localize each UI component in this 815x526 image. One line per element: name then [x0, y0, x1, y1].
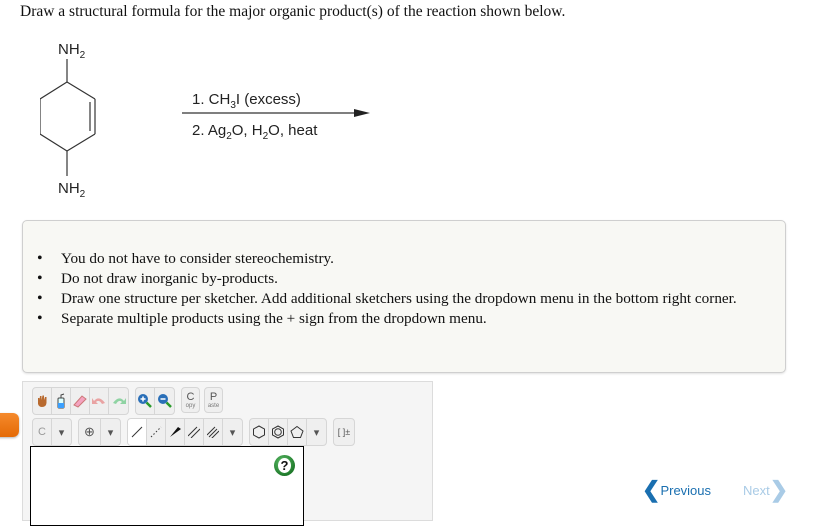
- nh2-bottom-label: NH2: [58, 180, 86, 200]
- reagent-step-2: 2. Ag2O, H2O, heat: [192, 122, 318, 142]
- cyclohexane-icon[interactable]: [250, 419, 269, 445]
- element-carbon-button[interactable]: C: [33, 419, 52, 445]
- dashed-bond-icon[interactable]: [147, 419, 166, 445]
- triple-bond-icon[interactable]: [204, 419, 223, 445]
- copy-button[interactable]: C opy: [181, 387, 200, 413]
- ring-dropdown-icon[interactable]: ▾: [307, 419, 326, 445]
- toolbar-top: C opy P aste: [32, 387, 229, 415]
- next-button[interactable]: Next ❯: [743, 477, 789, 502]
- wash-bottle-icon[interactable]: [52, 388, 71, 414]
- reaction-scheme: NH2 NH2 1. CH3I (excess) 2. Ag2O, H2O, h…: [39, 30, 380, 210]
- cyclohexene-ring: [39, 59, 96, 176]
- help-glyph: ?: [278, 458, 291, 473]
- nh2-top-label: NH2: [58, 41, 86, 61]
- help-icon[interactable]: ?: [274, 455, 295, 476]
- instruction-item: Do not draw inorganic by-products.: [37, 269, 761, 289]
- bond: [66, 81, 96, 100]
- drawing-canvas[interactable]: ?: [30, 446, 304, 526]
- eraser-icon[interactable]: [71, 388, 90, 414]
- double-bond-icon[interactable]: [185, 419, 204, 445]
- structure-sketcher: C opy P aste C ▾ ⊕ ▾ ▾ ▾ []± ?: [22, 381, 433, 526]
- cyclopentane-icon[interactable]: [288, 419, 307, 445]
- reaction-arrow-head: [354, 109, 370, 117]
- instruction-item: You do not have to consider stereochemis…: [37, 249, 761, 269]
- instruction-item: Draw one structure per sketcher. Add add…: [37, 289, 761, 309]
- chevron-left-icon: ❮: [642, 477, 661, 502]
- undo-icon[interactable]: [90, 388, 109, 414]
- copy-letter: C: [186, 391, 195, 403]
- bond-dropdown-icon[interactable]: ▾: [223, 419, 242, 445]
- bracket-charge-button[interactable]: [ ]±: [334, 419, 354, 445]
- question-text: Draw a structural formula for the major …: [20, 3, 566, 20]
- previous-button[interactable]: ❮ Previous: [642, 477, 712, 502]
- redo-icon[interactable]: [109, 388, 128, 414]
- paste-button[interactable]: P aste: [204, 387, 223, 413]
- charge-plus-button[interactable]: ⊕: [79, 419, 101, 445]
- chevron-right-icon: ❯: [769, 477, 789, 502]
- paste-label: aste: [207, 403, 220, 409]
- reagent-step-1: 1. CH3I (excess): [192, 91, 301, 111]
- zoom-out-icon[interactable]: [155, 388, 174, 414]
- hand-icon[interactable]: [33, 388, 52, 414]
- toolbar-bottom: C ▾ ⊕ ▾ ▾ ▾ [ ]±: [32, 418, 361, 446]
- instructions-box: You do not have to consider stereochemis…: [22, 220, 786, 373]
- previous-label: Previous: [660, 482, 712, 498]
- wedge-bond-icon[interactable]: [166, 419, 185, 445]
- instruction-item: Separate multiple products using the + s…: [37, 309, 761, 329]
- copy-label: opy: [185, 403, 196, 409]
- benzene-icon[interactable]: [269, 419, 288, 445]
- charge-dropdown-icon[interactable]: ▾: [101, 419, 120, 445]
- paste-letter: P: [209, 391, 218, 403]
- bond: [39, 81, 68, 100]
- bond: [66, 133, 96, 152]
- next-label: Next: [743, 482, 770, 498]
- element-dropdown-icon[interactable]: ▾: [52, 419, 71, 445]
- single-bond-icon[interactable]: [128, 419, 147, 445]
- bond: [39, 133, 68, 152]
- orange-tab-button[interactable]: [0, 413, 19, 437]
- zoom-in-icon[interactable]: [136, 388, 155, 414]
- instructions-list: You do not have to consider stereochemis…: [37, 249, 761, 329]
